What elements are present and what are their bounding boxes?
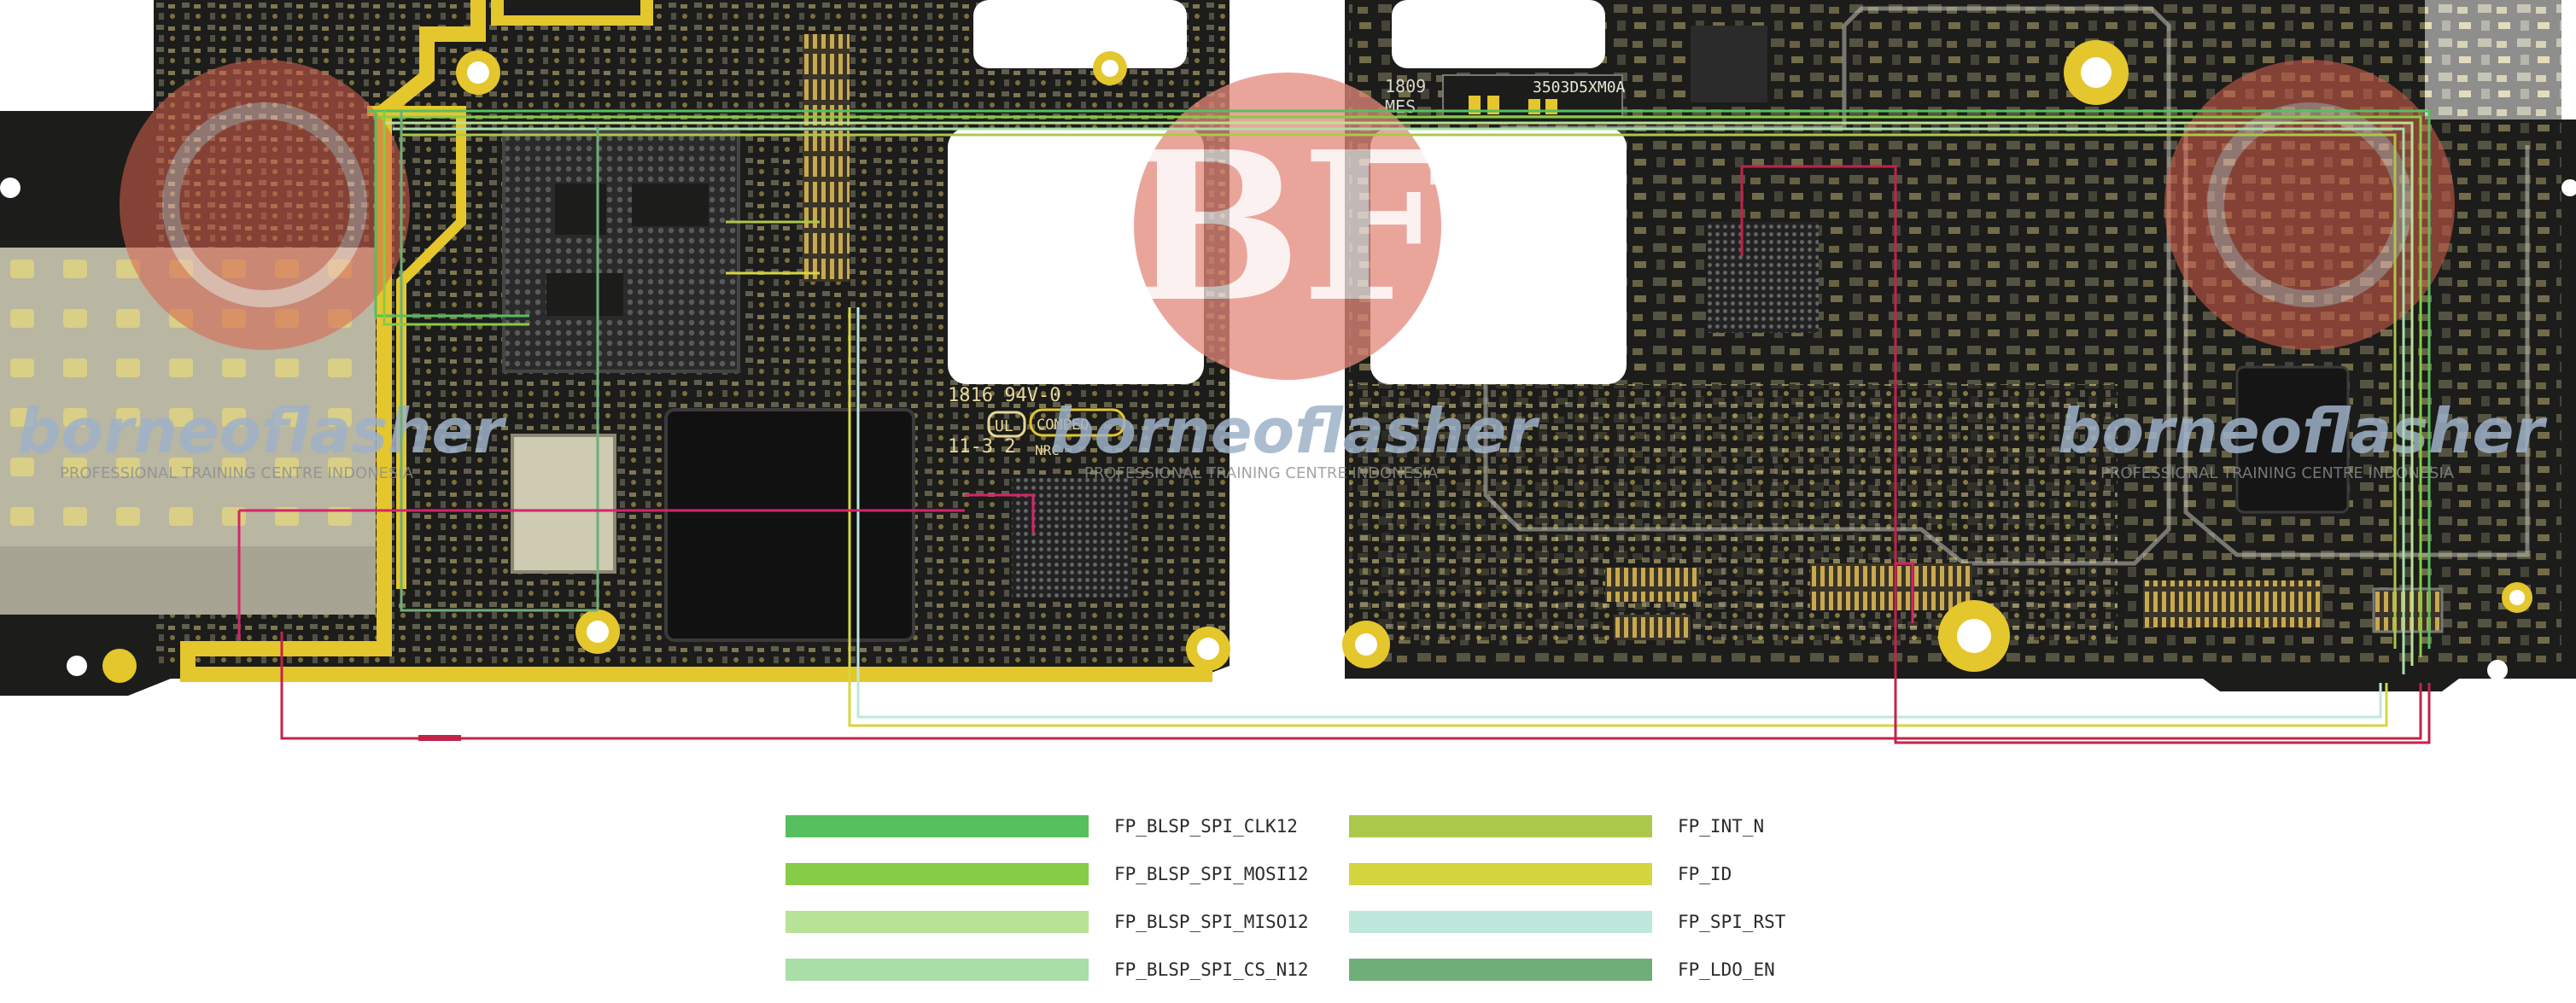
rf-bga-chip [1708, 222, 1819, 333]
legend-label: FP_ID [1678, 864, 1732, 884]
legend-swatch [786, 959, 1089, 981]
connector-right-1 [1605, 568, 1699, 602]
legend-label: FP_BLSP_SPI_CS_N12 [1114, 959, 1309, 980]
watermark-logo-text: BF [1128, 107, 1446, 347]
legend-label: FP_INT_N [1678, 816, 1765, 837]
legend-label: FP_SPI_RST [1678, 912, 1786, 932]
board-id-left: 1809 [1385, 76, 1426, 96]
fingerprint-connector [2372, 587, 2444, 633]
legend-swatch [1349, 815, 1652, 837]
board-id-right: 3503D5XM0A [1533, 79, 1626, 96]
legend-label: FP_BLSP_SPI_MOSI12 [1114, 864, 1309, 884]
connector-right-4 [2143, 580, 2322, 627]
legend-label: FP_LDO_EN [1678, 959, 1775, 980]
connector-right-3 [1810, 563, 1972, 610]
ul-mark: UL [995, 417, 1013, 435]
memory-chip [664, 408, 915, 642]
chip-right-top [1691, 26, 1767, 102]
connector-right-2 [1614, 615, 1691, 640]
watermark-tagline-left: PROFESSIONAL TRAINING CENTRE INDONESIA [60, 464, 414, 482]
signal-legend: FP_BLSP_SPI_CLK12 FP_BLSP_SPI_MOSI12 FP_BL… [786, 815, 1810, 994]
legend-swatch [786, 815, 1089, 837]
shield-can [511, 434, 616, 574]
soc-bga-chip [502, 131, 740, 373]
legend-label: FP_BLSP_SPI_CLK12 [1114, 816, 1298, 837]
legend-swatch [1349, 863, 1652, 885]
legend-swatch [786, 911, 1089, 933]
legend-swatch [786, 863, 1089, 885]
board-connector-vertical [803, 34, 850, 282]
watermark-tagline-center: PROFESSIONAL TRAINING CENTRE INDONESIA [1084, 464, 1439, 482]
camera-cutout-top-right [1392, 0, 1605, 68]
legend-label: FP_BLSP_SPI_MISO12 [1114, 912, 1309, 932]
watermark-brand-left: borneoflasher [17, 395, 507, 467]
watermark-brand-center: borneoflasher [1050, 395, 1540, 467]
watermark-logo-left [120, 60, 410, 350]
camera-cutout-top-left [973, 0, 1187, 68]
watermark-brand-right: borneoflasher [2058, 395, 2548, 467]
legend-swatch [1349, 911, 1652, 933]
watermark-tagline-right: PROFESSIONAL TRAINING CENTRE INDONESIA [2100, 464, 2455, 482]
watermark-logo-center: BF [1128, 73, 1447, 380]
date-code-line2: 11-3 2 [948, 436, 1015, 458]
date-code-line1: 1816 94V-0 [948, 385, 1060, 406]
pcb-board-diagram: 1816 94V-0 11-3 2 UL COMPEQ NRC 1809 MES… [0, 0, 2576, 744]
legend-swatch [1349, 959, 1652, 981]
